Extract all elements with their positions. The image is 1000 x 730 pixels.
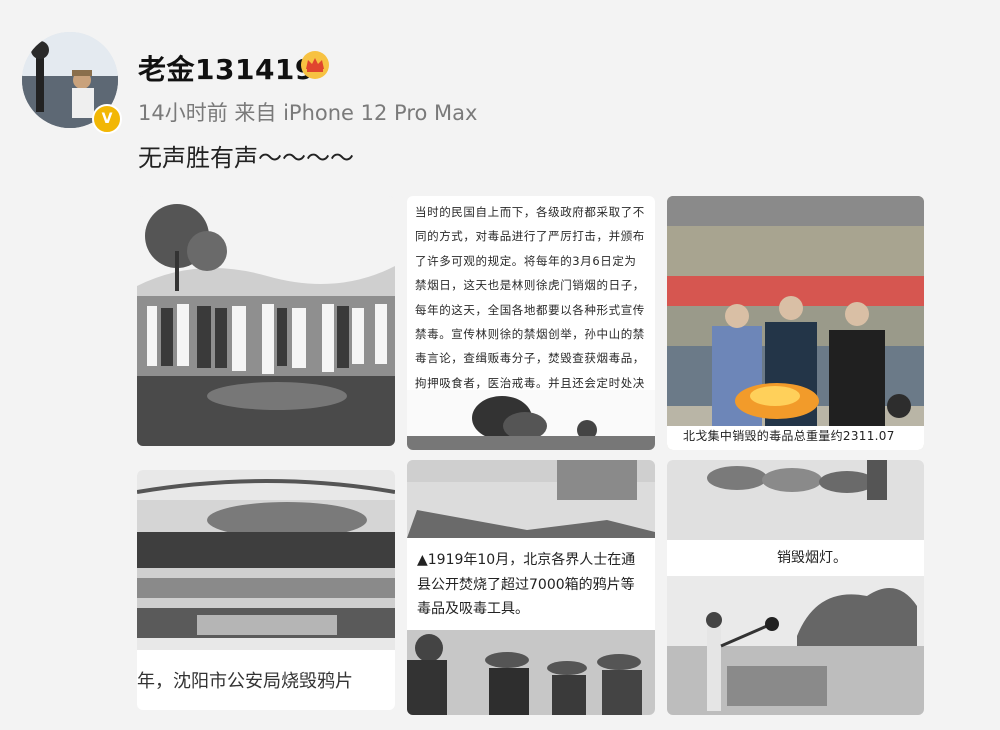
post-image-6[interactable]: 销毁烟灯。 (667, 460, 924, 715)
post-image-1[interactable] (137, 196, 395, 446)
vip-crown-icon[interactable] (300, 50, 330, 80)
post-image-2[interactable]: 当时的民国自上而下，各级政府都采取了不同的方式，对毒品进行了严厉打击，并颁布了许… (407, 196, 655, 450)
image-caption-5: ▲1919年10月，北京各界人士在通县公开焚烧了超过7000箱的鸦片等毒品及吸毒… (417, 552, 636, 617)
post-image-4[interactable]: 年，沈阳市公安局烧毁鸦片 (137, 470, 395, 710)
image-caption-3: 北戈集中销毁的毒品总重量约2311.07 (683, 429, 895, 443)
username[interactable]: 老金131419 (138, 48, 315, 88)
post-image-3[interactable]: 北戈集中销毁的毒品总重量约2311.07 (667, 196, 924, 450)
verified-v-badge-icon: V (92, 104, 122, 134)
post-image-5[interactable]: ▲1919年10月，北京各界人士在通县公开焚烧了超过7000箱的鸦片等毒品及吸毒… (407, 460, 655, 715)
weibo-post-card: V 老金131419 14小时前 来自 iPhone 12 Pro Max 无声… (0, 0, 1000, 730)
image-caption-6: 销毁烟灯。 (777, 550, 847, 566)
post-meta: 14小时前 来自 iPhone 12 Pro Max (138, 101, 478, 125)
image-caption-4: 年，沈阳市公安局烧毁鸦片 (137, 671, 353, 692)
post-content: 无声胜有声～～～～ (138, 144, 354, 172)
